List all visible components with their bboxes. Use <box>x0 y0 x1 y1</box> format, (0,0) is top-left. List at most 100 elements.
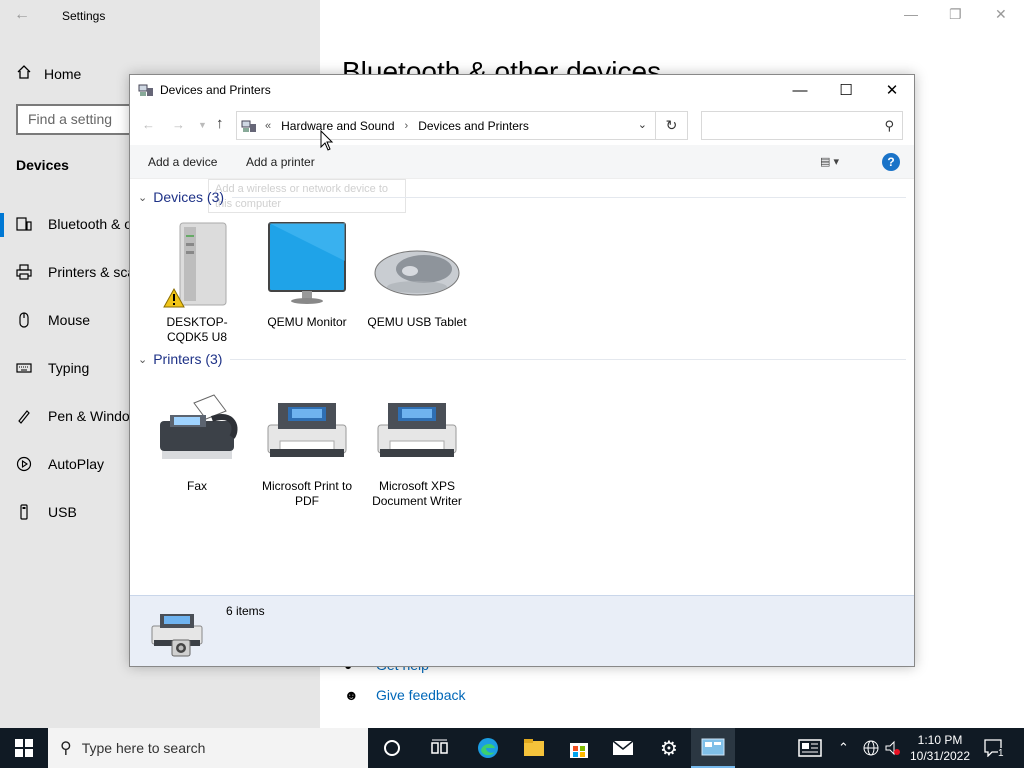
taskbar: ⚲ Type here to search ⚙ ⌃ 1:10 PM 10/31/… <box>0 728 1024 768</box>
file-explorer-button[interactable] <box>512 728 556 768</box>
printer-label: Microsoft Print to PDF <box>261 479 353 508</box>
devices-printers-taskbar-button[interactable] <box>691 728 735 768</box>
computer-tower-icon <box>163 222 227 308</box>
folder-icon <box>524 739 544 756</box>
mail-icon <box>612 740 634 755</box>
printer-label: Microsoft XPS Document Writer <box>372 479 462 508</box>
printers-group-header[interactable]: ⌄ Printers (3) <box>138 351 906 367</box>
monitor-icon <box>268 222 346 304</box>
settings-minimize-button[interactable]: — <box>904 6 918 22</box>
start-button[interactable] <box>0 728 48 768</box>
devices-printers-window: Devices and Printers — ☐ ✕ ← → ▼ ↑ « Har… <box>129 74 915 667</box>
gear-icon: ⚙ <box>660 737 678 760</box>
bluetooth-devices-icon <box>16 216 32 232</box>
devices-printers-large-icon <box>151 614 203 657</box>
clock[interactable]: 1:10 PM 10/31/2022 <box>902 732 978 764</box>
windows-logo-icon <box>15 739 33 757</box>
group-label: Devices (3) <box>153 189 225 205</box>
address-dropdown-icon[interactable]: ⌄ <box>638 118 647 131</box>
breadcrumb-separator-icon[interactable]: › <box>405 120 409 132</box>
printer-icon <box>16 264 32 280</box>
mail-button[interactable] <box>601 728 645 768</box>
section-heading: Devices <box>16 157 69 173</box>
nav-item-label: Typing <box>48 360 90 376</box>
edge-button[interactable] <box>466 728 510 768</box>
nav-item-typing[interactable]: Typing <box>16 360 89 376</box>
cortana-icon <box>384 740 400 756</box>
nav-item-usb[interactable]: USB <box>16 504 77 520</box>
device-label: QEMU Monitor <box>267 315 347 329</box>
taskbar-search-placeholder: Type here to search <box>81 740 206 756</box>
address-row: ← → ▼ ↑ « Hardware and Sound › Devices a… <box>130 105 914 145</box>
show-hidden-icons-button[interactable]: ⌃ <box>838 728 849 768</box>
refresh-button[interactable]: ↻ <box>656 111 688 140</box>
search-icon: ⚲ <box>884 118 894 133</box>
keyboard-icon <box>16 360 32 376</box>
settings-title: Settings <box>62 9 106 23</box>
details-pane: 6 items <box>130 595 914 666</box>
news-icon <box>798 739 822 757</box>
printer-item-xps-writer[interactable]: Microsoft XPS Document Writer <box>367 393 467 509</box>
back-arrow-icon[interactable]: ← <box>14 6 34 26</box>
printer-icon <box>377 403 457 457</box>
group-divider <box>230 358 906 360</box>
cortana-button[interactable] <box>370 728 414 768</box>
volume-muted-icon[interactable] <box>884 728 902 768</box>
breadcrumb-hardware-sound[interactable]: Hardware and Sound <box>281 119 394 133</box>
window-title: Devices and Printers <box>160 83 271 97</box>
add-device-button[interactable]: Add a device <box>148 155 217 169</box>
mouse-cursor-icon <box>320 130 334 151</box>
add-printer-button[interactable]: Add a printer <box>246 155 315 169</box>
help-button[interactable]: ? <box>882 153 900 171</box>
device-item-usb-tablet[interactable]: QEMU USB Tablet <box>367 221 467 330</box>
minimize-button[interactable]: — <box>777 75 823 105</box>
settings-close-button[interactable]: ✕ <box>995 6 1007 23</box>
title-bar[interactable]: Devices and Printers — ☐ ✕ <box>130 75 914 105</box>
recent-locations-icon[interactable]: ▼ <box>198 120 207 130</box>
printer-item-fax[interactable]: Fax <box>147 393 247 494</box>
news-button[interactable] <box>788 728 832 768</box>
device-item-monitor[interactable]: QEMU Monitor <box>257 221 357 330</box>
nav-item-mouse[interactable]: Mouse <box>16 312 90 328</box>
settings-taskbar-button[interactable]: ⚙ <box>647 728 691 768</box>
selection-indicator <box>0 213 4 237</box>
store-button[interactable] <box>557 728 601 768</box>
nav-item-label: Mouse <box>48 312 91 328</box>
group-label: Printers (3) <box>153 351 223 367</box>
task-view-icon <box>431 739 448 754</box>
close-button[interactable]: ✕ <box>869 75 915 105</box>
collapse-chevron-icon[interactable]: ⌄ <box>138 353 147 366</box>
home-label: Home <box>44 65 82 82</box>
forward-arrow-icon[interactable]: → <box>172 117 185 132</box>
breadcrumb-devices-printers[interactable]: Devices and Printers <box>418 119 529 133</box>
give-feedback-link[interactable]: Give feedback <box>376 687 466 703</box>
nav-item-label: USB <box>48 504 77 520</box>
task-view-button[interactable] <box>418 728 462 768</box>
printer-item-print-to-pdf[interactable]: Microsoft Print to PDF <box>257 393 357 509</box>
taskbar-search-box[interactable]: ⚲ Type here to search <box>48 728 368 768</box>
device-item-computer[interactable]: DESKTOP-CQDK5 U8 <box>147 221 247 345</box>
nav-item-label: AutoPlay <box>48 456 105 472</box>
group-divider <box>232 196 906 198</box>
mouse-device-icon <box>374 250 460 296</box>
search-input[interactable]: ⚲ <box>701 111 903 140</box>
device-label: QEMU USB Tablet <box>367 315 467 329</box>
collapse-chevron-icon[interactable]: ⌄ <box>138 191 147 204</box>
search-icon: ⚲ <box>60 740 72 757</box>
command-bar: Add a device Add a printer ▤ ▾ ? <box>130 145 914 179</box>
change-view-button[interactable]: ▤ ▾ <box>820 155 839 168</box>
address-bar[interactable]: « Hardware and Sound › Devices and Print… <box>236 111 656 140</box>
pen-icon <box>16 408 32 424</box>
maximize-button[interactable]: ☐ <box>823 75 869 105</box>
devices-group-header[interactable]: ⌄ Devices (3) <box>138 189 906 205</box>
settings-restore-button[interactable]: ❐ <box>949 6 962 23</box>
edge-icon <box>478 738 498 758</box>
notifications-button[interactable]: 1 <box>984 728 1004 768</box>
overflow-chevron-icon[interactable]: « <box>265 120 271 132</box>
nav-item-autoplay[interactable]: AutoPlay <box>16 456 104 472</box>
network-globe-icon[interactable] <box>862 728 880 768</box>
back-arrow-icon[interactable]: ← <box>142 117 155 132</box>
home-link[interactable]: Home <box>16 64 81 83</box>
up-arrow-icon[interactable]: ↑ <box>216 115 224 132</box>
control-panel-icon <box>701 738 725 756</box>
